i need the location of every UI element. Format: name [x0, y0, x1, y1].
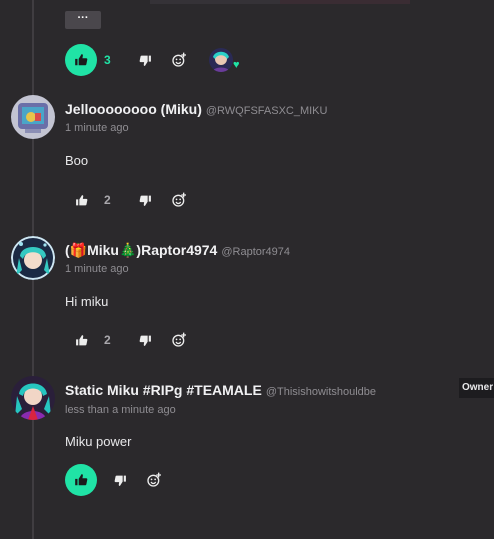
thumbs-down-icon — [139, 195, 151, 206]
add-reaction-button[interactable] — [163, 324, 195, 356]
thumbs-down-icon — [139, 335, 151, 346]
thumbs-up-icon — [75, 474, 88, 486]
avatar[interactable] — [11, 376, 55, 420]
like-button[interactable] — [65, 464, 97, 496]
dislike-button[interactable] — [129, 324, 161, 356]
show-more-button[interactable]: ··· — [65, 11, 101, 29]
dislike-button[interactable] — [129, 44, 161, 76]
comment-text: Boo — [65, 153, 89, 168]
author-handle[interactable]: @Raptor4974 — [221, 246, 290, 258]
add-reaction-button[interactable] — [163, 184, 195, 216]
comment-timestamp[interactable]: less than a minute ago — [65, 404, 176, 416]
author-handle[interactable]: @RWQFSFASXC_MIKU — [206, 105, 328, 117]
thumbs-down-icon — [139, 55, 151, 66]
thumbs-up-icon — [75, 194, 87, 205]
dislike-button[interactable] — [129, 184, 161, 216]
like-button[interactable] — [65, 324, 97, 356]
comment-text: Miku power — [65, 434, 132, 449]
author-name[interactable]: Jelloooooooo (Miku) — [65, 101, 202, 117]
thumbs-down-icon — [114, 475, 126, 486]
add-reaction-icon — [147, 472, 161, 487]
add-reaction-icon — [172, 192, 186, 207]
heart-icon: ♥ — [233, 59, 240, 71]
like-count: 3 — [104, 53, 111, 67]
add-reaction-icon — [172, 332, 186, 347]
avatar[interactable] — [11, 236, 55, 280]
comment-author[interactable]: (🎁Miku🎄)Raptor4974 @Raptor4974 — [65, 242, 290, 259]
owner-badge: Owner — [459, 378, 494, 398]
add-reaction-button[interactable] — [163, 44, 195, 76]
comment-author[interactable]: Static Miku #RIPg #TEAMALE @Thisishowitsh… — [65, 382, 376, 398]
comment-action-row: 2 — [65, 184, 205, 216]
previous-comment-strip — [0, 0, 494, 8]
like-button[interactable] — [65, 44, 97, 76]
like-count: 2 — [104, 193, 111, 207]
reactor-avatar[interactable] — [209, 48, 233, 72]
thumbs-up-icon — [75, 54, 88, 66]
comment-timestamp[interactable]: 1 minute ago — [65, 263, 129, 275]
author-name[interactable]: Static Miku #RIPg #TEAMALE — [65, 382, 262, 398]
author-name[interactable]: (🎁Miku🎄)Raptor4974 — [65, 242, 217, 258]
dislike-button[interactable] — [104, 464, 136, 496]
add-reaction-icon — [172, 52, 186, 67]
comment-timestamp[interactable]: 1 minute ago — [65, 122, 129, 134]
comment-action-row: 2 — [65, 324, 205, 356]
add-reaction-button[interactable] — [138, 464, 170, 496]
like-count: 2 — [104, 333, 111, 347]
comment-author[interactable]: Jelloooooooo (Miku) @RWQFSFASXC_MIKU — [65, 101, 327, 117]
thumbs-up-icon — [75, 334, 87, 345]
author-handle[interactable]: @Thisishowitshouldbe — [266, 386, 376, 398]
comment-text: Hi miku — [65, 294, 109, 309]
like-button[interactable] — [65, 184, 97, 216]
comment-action-row — [65, 464, 185, 496]
avatar[interactable] — [11, 95, 55, 139]
